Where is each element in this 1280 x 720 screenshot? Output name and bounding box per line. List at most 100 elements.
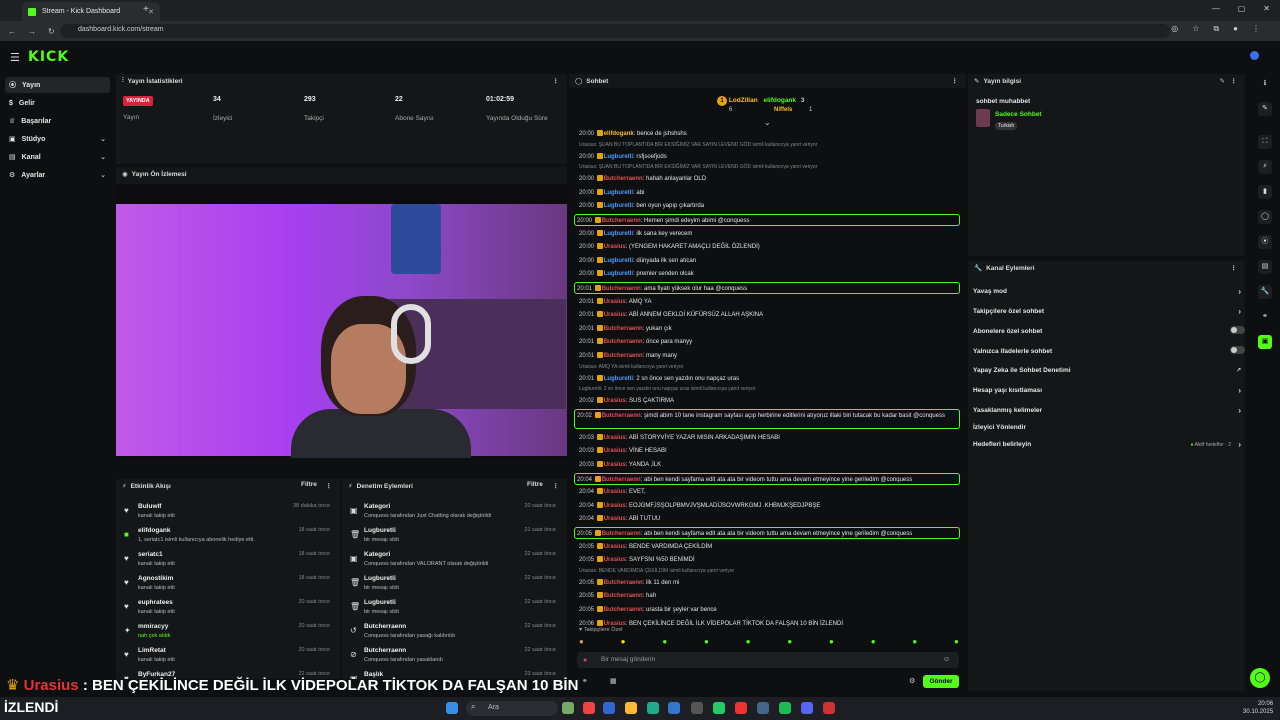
emote-icon[interactable]: ●	[829, 637, 834, 649]
leader-name[interactable]: LodZillan	[729, 97, 758, 104]
chat-message[interactable]: 20:05 Butcherraenn: abi ben kendi sayfam…	[574, 527, 960, 539]
maximize-icon[interactable]: ▢	[1238, 4, 1246, 13]
kebab-menu-icon[interactable]: ⋮	[1231, 264, 1238, 272]
message-username[interactable]: Urasius	[604, 312, 626, 318]
activity-user[interactable]: elifdogank	[138, 527, 171, 534]
edit-tool-icon[interactable]: ✎	[1258, 102, 1272, 116]
discord-icon[interactable]	[801, 702, 813, 714]
message-username[interactable]: Lugburetli	[604, 203, 633, 209]
chat-message[interactable]: 20:01 Butcherraenn: yukarı çık	[577, 323, 957, 335]
chat-message[interactable]: 20:03 Urasius: ABİ STORYVİYE YAZAR MISIN…	[577, 432, 957, 444]
chat-message[interactable]: 20:03 Urasius: YANDA ,İLK	[577, 459, 957, 471]
sidebar-item-kanal[interactable]: ▤ Kanal ⌄	[5, 149, 110, 165]
activity-user[interactable]: Buluwlf	[138, 503, 161, 510]
profile-icon[interactable]: ●	[1233, 24, 1238, 34]
kebab-menu-icon[interactable]: ⋮	[326, 482, 333, 490]
kebab-menu-icon[interactable]: ⋮	[952, 77, 959, 85]
message-username[interactable]: Butcherraenn	[602, 531, 641, 537]
emote-icon[interactable]: ●	[787, 637, 792, 649]
chat-message[interactable]: 20:05 Urasius: BENDE VARDIMDA ÇEKİLDİM	[577, 541, 957, 553]
message-username[interactable]: Butcherraenn	[604, 607, 643, 613]
emote-icon[interactable]: ●	[912, 637, 917, 649]
chat-message[interactable]: 20:05 Butcherraenn: hah	[577, 590, 957, 602]
collapse-chevron-icon[interactable]: ⌄	[764, 118, 771, 127]
message-username[interactable]: Urasius	[604, 462, 626, 468]
emote-icon[interactable]: ●	[704, 637, 709, 649]
message-username[interactable]: Urasius	[604, 244, 626, 250]
chat-message[interactable]: 20:00 Butcherraenn: hahah anlayanlar OLD	[577, 173, 957, 185]
message-username[interactable]: Urasius	[604, 398, 626, 404]
edge-icon[interactable]	[647, 702, 659, 714]
back-icon[interactable]: ←	[8, 27, 16, 36]
activity-user[interactable]: euphratees	[138, 599, 173, 606]
message-username[interactable]: Lugburetli	[604, 271, 633, 277]
file-explorer-icon[interactable]	[625, 702, 637, 714]
message-username[interactable]: Butcherraenn	[604, 176, 643, 182]
message-username[interactable]: Butcherraenn	[604, 339, 643, 345]
chat-message[interactable]: 20:01 Lugburetli: 2 sn önce sen yazdın o…	[577, 373, 957, 385]
emote-picker-icon[interactable]: ●	[583, 657, 587, 664]
lens-icon[interactable]: ◎	[1171, 24, 1178, 34]
close-tab-icon[interactable]: ✕	[148, 8, 154, 16]
emote-icon[interactable]: ●	[746, 637, 751, 649]
reload-icon[interactable]: ↻	[48, 27, 55, 36]
chat-tool-icon[interactable]: ◯	[1258, 210, 1272, 224]
chat-message[interactable]: 20:02 Butcherraenn: şimdi abim 10 tane i…	[574, 408, 960, 429]
chat-message[interactable]: 20:00 Lugburetli: rsfjsoefjods	[577, 151, 957, 163]
action-slow-mode[interactable]: Yavaş mod ›	[973, 287, 1245, 304]
activity-user[interactable]: mmiracyy	[138, 623, 168, 630]
bookmark-star-icon[interactable]: ☆	[1192, 24, 1199, 34]
emote-icon[interactable]: ●	[871, 637, 876, 649]
spotify-icon[interactable]	[779, 702, 791, 714]
steam-icon[interactable]	[757, 702, 769, 714]
kick-logo[interactable]: KICK	[28, 49, 69, 65]
chat-message[interactable]: 20:00 Butcherraenn: Hemen şimdi edeyim a…	[574, 214, 960, 226]
chat-message[interactable]: 20:02 Urasius: SUS ÇAKTIRMA	[577, 395, 957, 407]
action-raid[interactable]: İzleyici Yönlendir	[973, 424, 1245, 440]
sidebar-item-basarilar[interactable]: ♕ Başarılar	[5, 113, 110, 129]
chat-message[interactable]: 20:00 Lugburetli: dünyada ilk sen atıcan	[577, 255, 957, 267]
info-icon[interactable]: ℹ	[1258, 77, 1272, 91]
action-banned-words[interactable]: Yasaklanmış kelimeler ›	[973, 406, 1245, 423]
message-username[interactable]: Butcherraenn	[602, 286, 641, 292]
chat-message[interactable]: 20:06 Urasius: BEN ÇEKİLİNCE DEĞİL İLK V…	[577, 618, 957, 630]
browser-menu-icon[interactable]: ⋮	[1252, 24, 1260, 34]
emote-icon[interactable]: ●	[954, 637, 959, 649]
message-username[interactable]: Urasius	[604, 544, 626, 550]
message-username[interactable]: Urasius	[604, 435, 626, 441]
chat-message[interactable]: 20:04 Urasius: EVET,	[577, 486, 957, 498]
hamburger-menu-icon[interactable]: ☰	[10, 51, 20, 64]
message-username[interactable]: Butcherraenn	[602, 413, 641, 419]
emote-icon[interactable]: ●	[579, 637, 584, 649]
message-username[interactable]: Urasius	[604, 448, 626, 454]
chat-message[interactable]: 20:00 Lugburetli: abi	[577, 187, 957, 199]
message-username[interactable]: Urasius	[604, 516, 626, 522]
message-username[interactable]: Butcherraenn	[604, 353, 643, 359]
mod-title[interactable]: Lugburetli	[364, 575, 396, 582]
lightning-tool-icon[interactable]: ⚡	[1258, 160, 1272, 174]
browser-tab[interactable]: Stream - Kick Dashboard ✕	[22, 2, 160, 21]
windows-start-icon[interactable]	[446, 702, 458, 714]
action-emote-only[interactable]: Yalnızca ifadelerle sohbet	[973, 346, 1245, 364]
chat-message[interactable]: 20:01 Urasius: ABİ ANNEM GEKLDİ KÜFÜRSÜZ…	[577, 309, 957, 321]
emote-only-toggle[interactable]	[1230, 346, 1245, 354]
mod-title[interactable]: Lugburetli	[364, 599, 396, 606]
chat-message[interactable]: 20:05 Butcherraenn: ilk 11 den mi	[577, 577, 957, 589]
chat-message[interactable]: 20:00 Urasius: (YENGEM HAKARET AMAÇLI DE…	[577, 241, 957, 253]
chat-input[interactable]: Bir mesaj gönderin	[577, 652, 959, 668]
message-username[interactable]: Lugburetli	[604, 258, 633, 264]
kebab-menu-icon[interactable]: ⋮	[553, 482, 560, 490]
message-username[interactable]: Butcherraenn	[602, 218, 641, 224]
activity-user[interactable]: seriatc1	[138, 551, 163, 558]
kebab-menu-icon[interactable]: ⋮	[553, 77, 560, 85]
chat-message[interactable]: 20:00 Lugburetli: premier senden olcak	[577, 268, 957, 280]
sidebar-item-studyo[interactable]: ▣ Stüdyo ⌄	[5, 131, 110, 147]
action-goals[interactable]: Hedefleri belirleyin ● Aktif hedefler · 2…	[973, 440, 1245, 457]
chat-message[interactable]: 20:04 Urasius: ABİ TUTUU	[577, 513, 957, 525]
address-bar[interactable]: dashboard.kick.com/stream	[60, 24, 1170, 38]
action-ai-moderation[interactable]: Yapay Zeka ile Sohbet Denetimi ↗	[973, 367, 1245, 383]
mod-tool-icon[interactable]: ▤	[1258, 260, 1272, 274]
action-account-age[interactable]: Hesap yaşı kısıtlaması ›	[973, 386, 1245, 403]
emoji-icon[interactable]: ☺	[943, 656, 950, 663]
taskbar-search[interactable]: Ara	[466, 701, 558, 716]
